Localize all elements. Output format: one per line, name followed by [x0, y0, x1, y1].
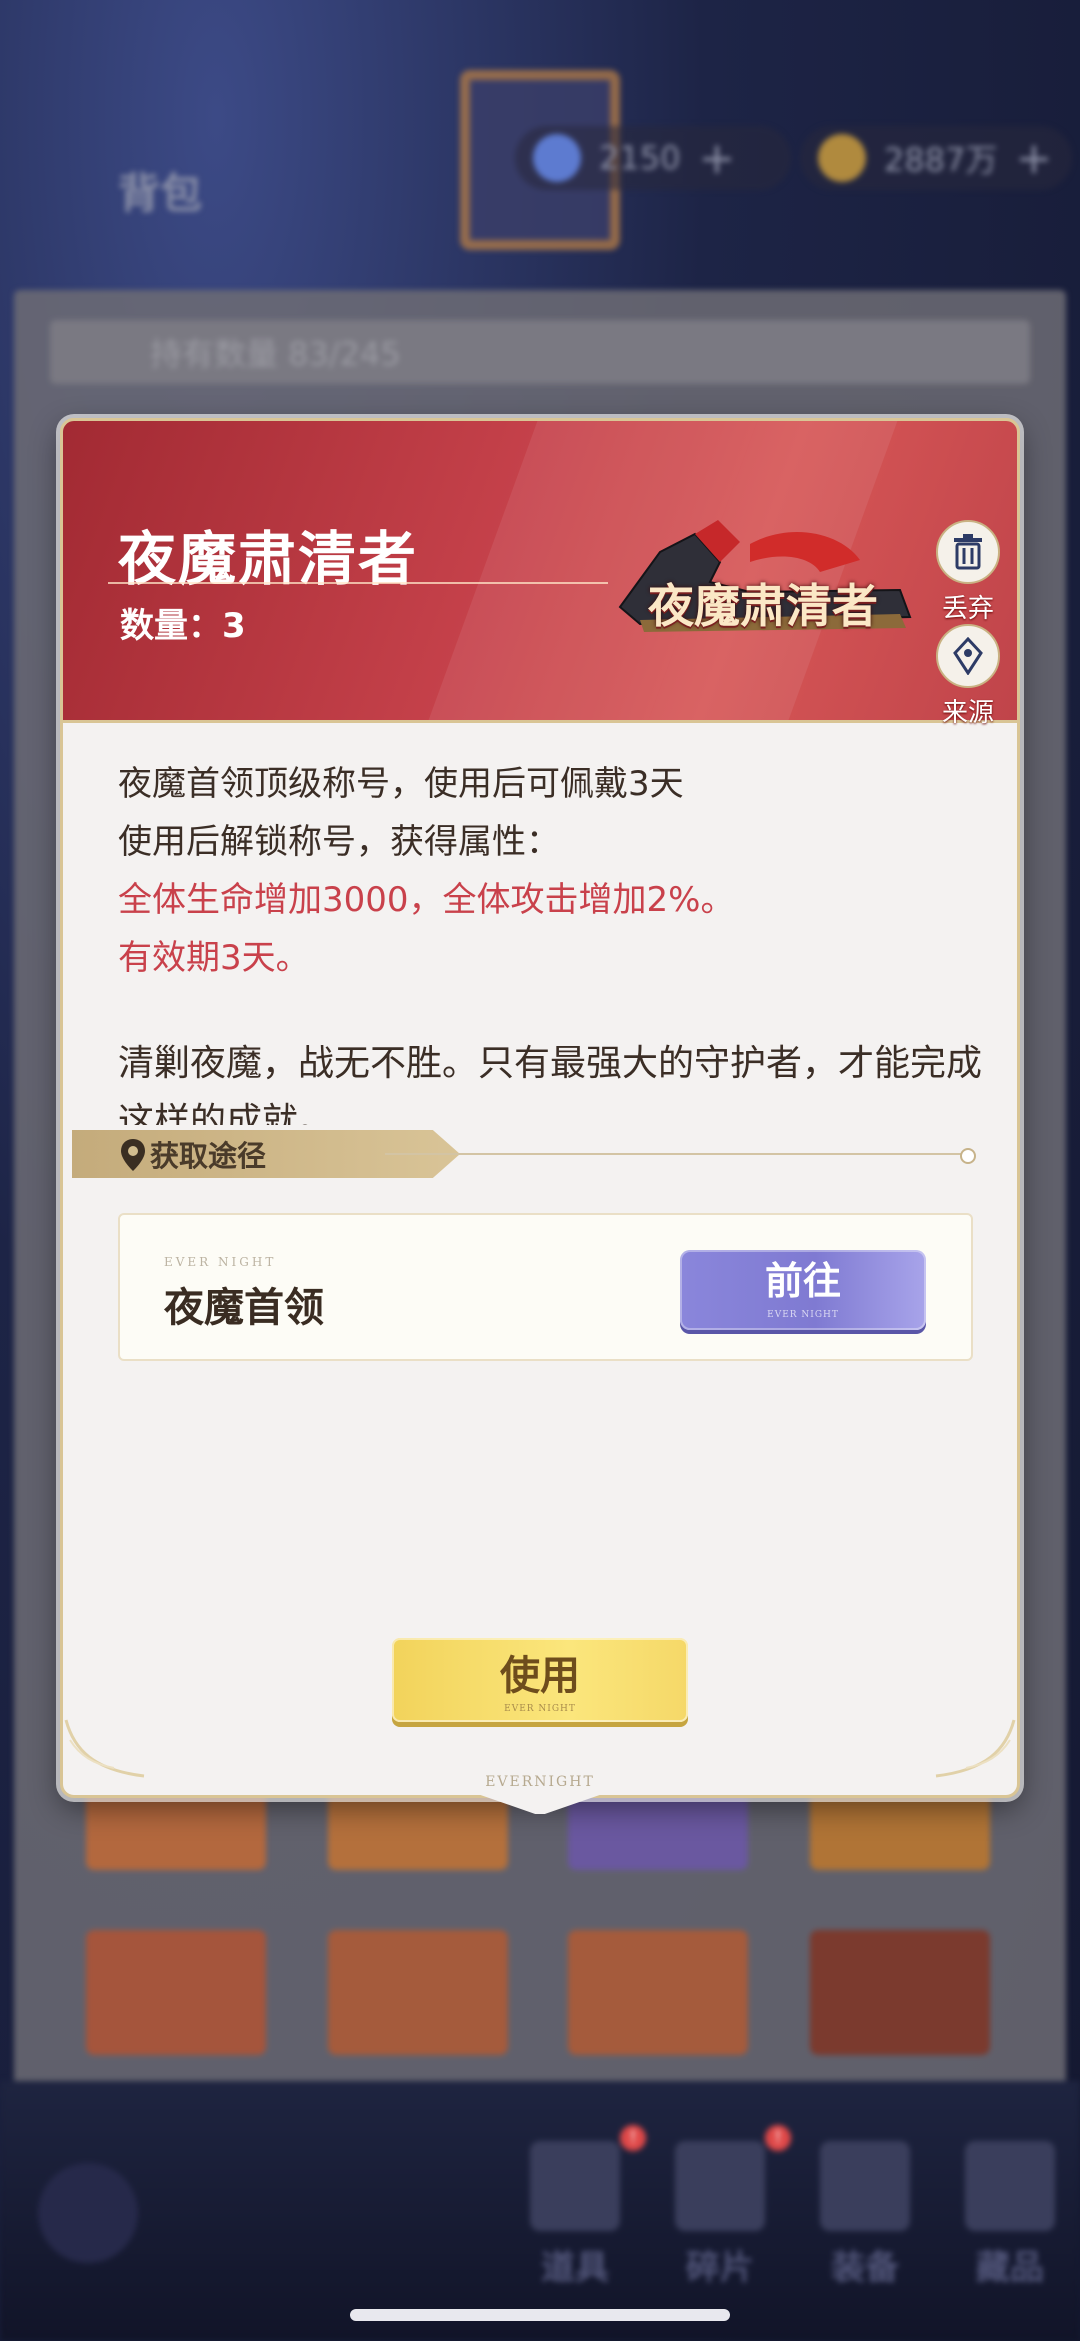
- equipment-icon: [820, 2141, 910, 2231]
- notification-badge: !: [765, 2125, 791, 2151]
- home-indicator[interactable]: [350, 2309, 730, 2321]
- fragments-icon: [675, 2141, 765, 2231]
- flavor-text-content: 清剿夜魔，战无不胜。只有最强大的守护者，才能完成这样的成就。: [118, 1043, 983, 1125]
- page-title: 背包: [118, 169, 203, 218]
- item-description: 夜魔首领顶级称号，使用后可佩戴3天: [118, 764, 684, 804]
- bottom-nav: ! ! 道具 碎片 装备 藏品: [0, 2081, 1080, 2341]
- nav-tab-collection[interactable]: 藏品: [950, 2240, 1070, 2289]
- corner-ornament-icon: [64, 1719, 145, 1778]
- map-pin-icon: [121, 1139, 145, 1171]
- modal-brand-text: EVERNIGHT: [485, 1774, 595, 1790]
- item-quantity: 数量：3: [120, 606, 246, 646]
- inventory-count-bar: 持有数量 83/245: [50, 320, 1030, 384]
- props-icon: [530, 2141, 620, 2231]
- inventory-slot[interactable]: [568, 1930, 748, 2055]
- inventory-slot[interactable]: [810, 1930, 990, 2055]
- nav-tab-equipment[interactable]: 装备: [805, 2240, 925, 2289]
- source-kicker: EVER NIGHT: [164, 1255, 277, 1269]
- title-divider: [108, 582, 608, 584]
- gold-coin-icon: [818, 134, 866, 182]
- nav-tab-props[interactable]: 道具: [515, 2240, 635, 2289]
- unlock-text: 使用后解锁称号，获得属性：: [118, 822, 560, 862]
- gold-amount: 2887万: [884, 141, 998, 179]
- attribute-text: 全体生命增加3000，全体攻击增加2%。: [118, 880, 735, 920]
- gem-currency[interactable]: 2150 +: [515, 126, 791, 190]
- gold-currency[interactable]: 2887万 +: [800, 126, 1072, 190]
- gem-icon: [533, 134, 581, 182]
- discard-label: 丢弃: [941, 594, 994, 624]
- trash-icon: [936, 520, 1000, 584]
- notification-badge: !: [620, 2125, 646, 2151]
- goto-button-sub: EVER NIGHT: [767, 1310, 839, 1320]
- section-divider: [385, 1153, 965, 1155]
- source-label: 来源: [941, 698, 994, 728]
- use-button[interactable]: 使用 EVER NIGHT: [392, 1638, 688, 1722]
- add-gem-icon[interactable]: +: [698, 133, 735, 184]
- add-gold-icon[interactable]: +: [1015, 133, 1052, 184]
- location-diamond-icon: [936, 624, 1000, 688]
- flavor-text: 清剿夜魔，战无不胜。只有最强大的守护者，才能完成这样的成就。: [118, 1035, 988, 1125]
- section-divider-dot: [960, 1148, 976, 1164]
- discard-button[interactable]: 丢弃: [936, 520, 1000, 625]
- inventory-slot[interactable]: [86, 1930, 266, 2055]
- corner-ornament-icon: [935, 1719, 1016, 1778]
- source-button[interactable]: 来源: [936, 624, 1000, 729]
- logo-icon[interactable]: [38, 2163, 138, 2263]
- validity-text: 有效期3天。: [118, 938, 310, 978]
- goto-button-label: 前往: [764, 1258, 841, 1303]
- title-art-text: 夜魔肃清者: [648, 579, 878, 633]
- use-button-sub: EVER NIGHT: [504, 1704, 576, 1714]
- inventory-slot[interactable]: [328, 1930, 508, 2055]
- nav-tab-fragments[interactable]: 碎片: [660, 2240, 780, 2289]
- collection-icon: [965, 2141, 1055, 2231]
- use-button-label: 使用: [500, 1652, 580, 1699]
- goto-button[interactable]: 前往 EVER NIGHT: [680, 1250, 926, 1330]
- inventory-count: 持有数量 83/245: [150, 335, 401, 373]
- gem-amount: 2150: [599, 139, 681, 177]
- acquire-section-label: 获取途径: [150, 1139, 267, 1173]
- source-name: 夜魔首领: [164, 1284, 324, 1331]
